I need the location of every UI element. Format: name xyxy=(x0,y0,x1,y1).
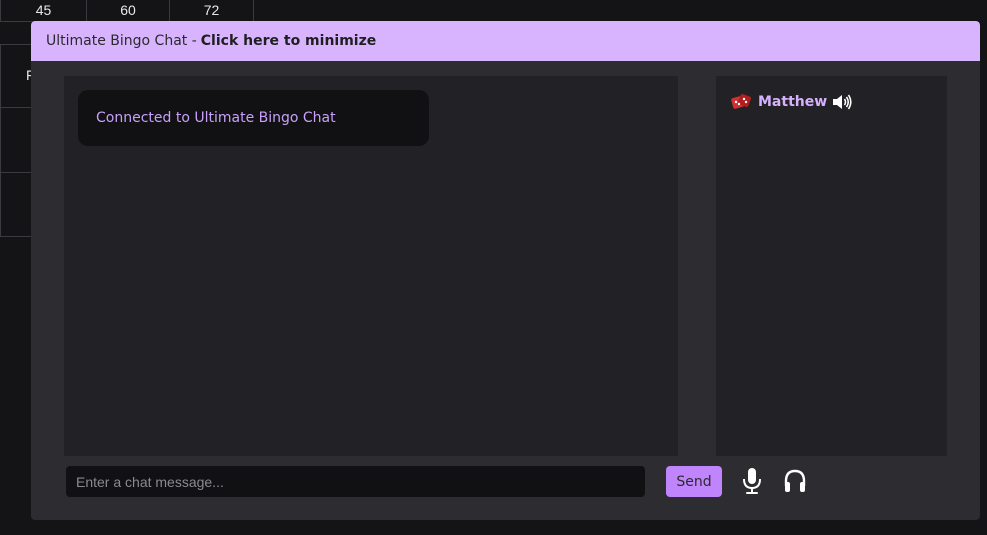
chat-window: Ultimate Bingo Chat - Click here to mini… xyxy=(31,21,980,520)
user-name: Matthew xyxy=(758,94,828,110)
bingo-cell xyxy=(0,172,32,237)
microphone-icon[interactable] xyxy=(739,467,765,495)
messages-pane[interactable]: Connected to Ultimate Bingo Chat xyxy=(64,76,678,456)
headphones-icon[interactable] xyxy=(782,467,808,495)
bingo-cell: 60 xyxy=(86,0,170,22)
minimize-link[interactable]: Click here to minimize xyxy=(201,33,376,49)
user-list-item[interactable]: Matthew xyxy=(730,92,853,112)
chat-header-minimize[interactable]: Ultimate Bingo Chat - Click here to mini… xyxy=(31,21,980,61)
message-text: Connected to Ultimate Bingo Chat xyxy=(96,110,336,126)
bingo-cell-number: 72 xyxy=(203,2,220,18)
bingo-cell: 72 xyxy=(169,0,254,22)
send-button[interactable]: Send xyxy=(666,466,722,497)
bingo-cell: F xyxy=(0,44,35,108)
bingo-cell: 45 xyxy=(0,0,87,22)
bingo-cell-number: 60 xyxy=(120,2,136,18)
bingo-cell-number: 45 xyxy=(35,2,52,18)
speaker-on-icon xyxy=(833,94,852,110)
user-list: Matthew xyxy=(716,76,947,456)
chat-title: Ultimate Bingo Chat - xyxy=(46,33,197,49)
chat-message-input[interactable] xyxy=(66,466,645,497)
dice-avatar-icon xyxy=(731,94,751,109)
system-message: Connected to Ultimate Bingo Chat xyxy=(78,90,429,146)
bingo-cell xyxy=(0,107,32,173)
